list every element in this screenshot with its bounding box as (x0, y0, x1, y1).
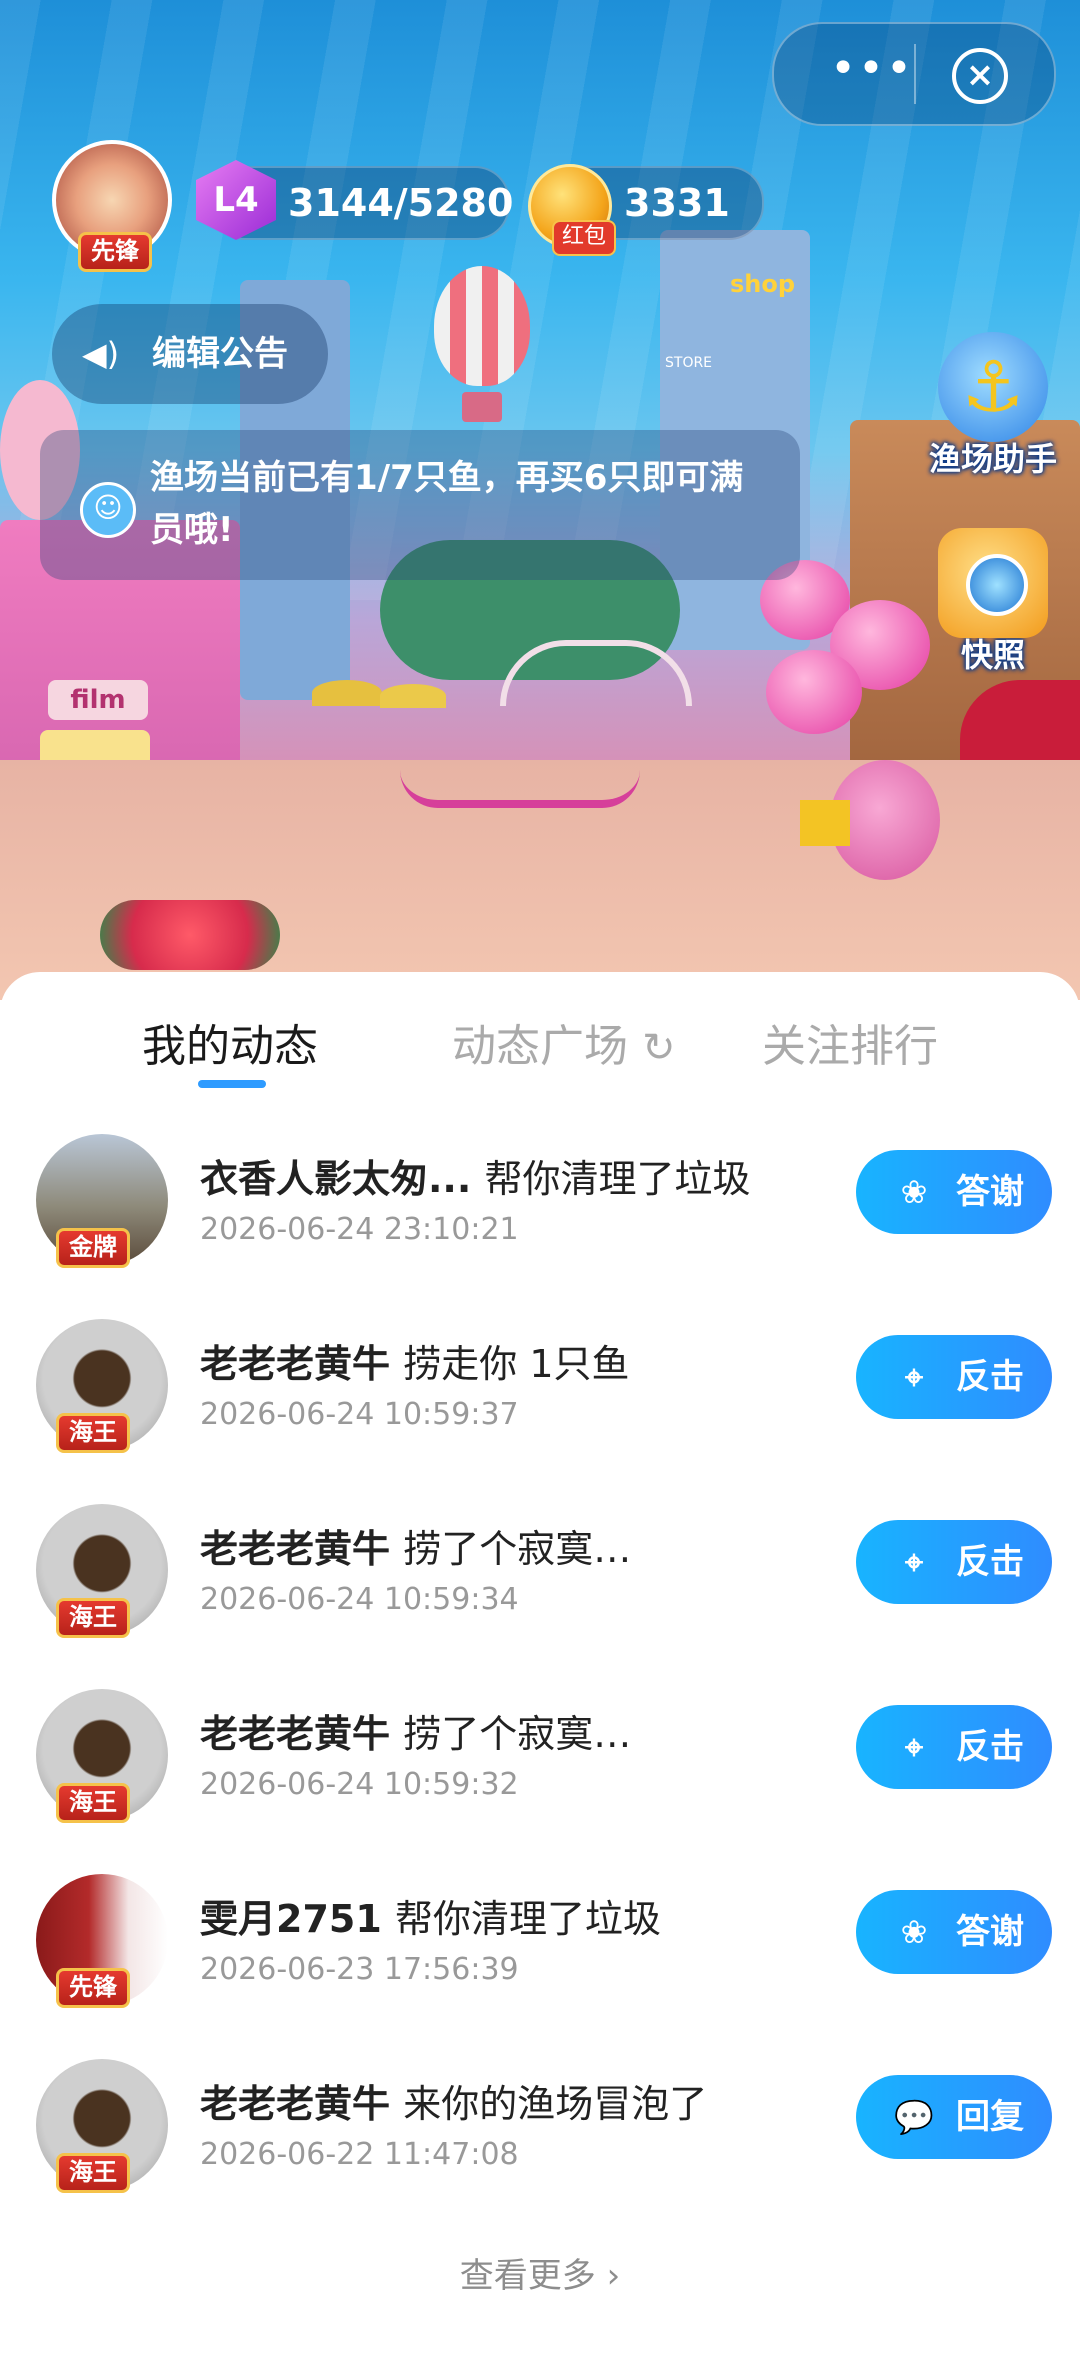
reply-button-label: 回复 (956, 2097, 1024, 2137)
user-name[interactable]: 雯月2751 (200, 1897, 382, 1941)
counterattack-button[interactable]: ⌖ 反击 (856, 1335, 1052, 1419)
counterattack-button-label: 反击 (956, 1727, 1024, 1767)
tab-follow-ranking[interactable]: 关注排行 (762, 1010, 938, 1074)
umbrella (380, 684, 446, 708)
flower-icon: ❀ (900, 1913, 928, 1951)
user-name[interactable]: 老老老黄牛 (200, 1712, 390, 1756)
counterattack-button[interactable]: ⌖ 反击 (856, 1520, 1052, 1604)
tab-activity-square[interactable]: 动态广场 ↻ (452, 1010, 676, 1074)
feed-time: 2026-06-24 23:10:21 (200, 1212, 519, 1247)
feed-item: 先锋 雯月2751 帮你清理了垃圾 2026-06-23 17:56:39 ❀ … (0, 1874, 1080, 2059)
view-more-link[interactable]: 查看更多 › (0, 2248, 1080, 2297)
film-sign: film (48, 680, 148, 720)
counterattack-button-label: 反击 (956, 1542, 1024, 1582)
store-sign: STORE (665, 355, 713, 371)
feed-text: 老老老黄牛 来你的渔场冒泡了 (200, 2073, 707, 2128)
rank-badge: 先锋 (56, 1968, 130, 2008)
net-icon: ⌖ (904, 1543, 924, 1581)
fish-status-message: ☺ 渔场当前已有1/7只鱼，再买6只即可满员哦! (40, 430, 800, 580)
counterattack-button-label: 反击 (956, 1357, 1024, 1397)
refresh-icon[interactable]: ↻ (642, 1025, 676, 1071)
tab-activity-square-label: 动态广场 (452, 1021, 628, 1072)
feed-text: 雯月2751 帮你清理了垃圾 (200, 1888, 661, 1943)
feed-time: 2026-06-23 17:56:39 (200, 1952, 519, 1987)
ribbon (400, 770, 640, 808)
mini-program-capsule: ••• × (772, 22, 1056, 126)
net-icon: ⌖ (904, 1728, 924, 1766)
red-packet-badge: 红包 (552, 220, 617, 256)
tab-my-activity[interactable]: 我的动态 (142, 1010, 318, 1074)
rank-badge: 金牌 (56, 1228, 130, 1268)
rank-badge: 海王 (56, 1598, 130, 1638)
net-icon: ⌖ (904, 1358, 924, 1396)
chevron-right-icon: › (606, 2256, 621, 2296)
thank-button-label: 答谢 (956, 1912, 1024, 1952)
avatar-rank-badge: 先锋 (78, 232, 152, 272)
close-icon[interactable]: × (952, 48, 1008, 104)
user-name[interactable]: 老老老黄牛 (200, 1342, 390, 1386)
feed-text: 老老老黄牛 捞走你 1只鱼 (200, 1333, 630, 1388)
feed-text: 老老老黄牛 捞了个寂寞… (200, 1703, 631, 1758)
feed-time: 2026-06-22 11:47:08 (200, 2137, 519, 2172)
thank-button[interactable]: ❀ 答谢 (856, 1890, 1052, 1974)
active-tab-indicator (198, 1080, 266, 1088)
snapshot-button[interactable]: 快照 (918, 528, 1068, 676)
feed-action: 帮你清理了垃圾 (395, 1897, 662, 1941)
feed-item: 海王 老老老黄牛 来你的渔场冒泡了 2026-06-22 11:47:08 💬 … (0, 2059, 1080, 2244)
feed-action: 来你的渔场冒泡了 (403, 2082, 708, 2126)
smiley-icon: ☺ (80, 482, 136, 538)
feed-text: 衣香人影太匆... 帮你清理了垃圾 (200, 1148, 751, 1203)
feed-time: 2026-06-24 10:59:32 (200, 1767, 519, 1802)
feed-item: 海王 老老老黄牛 捞了个寂寞… 2026-06-24 10:59:32 ⌖ 反击 (0, 1689, 1080, 1874)
user-name[interactable]: 老老老黄牛 (200, 2082, 390, 2126)
feed-text: 老老老黄牛 捞了个寂寞… (200, 1518, 631, 1573)
camera-icon (938, 528, 1048, 638)
feed-item: 海王 老老老黄牛 捞走你 1只鱼 2026-06-24 10:59:37 ⌖ 反… (0, 1319, 1080, 1504)
reply-button[interactable]: 💬 回复 (856, 2075, 1052, 2159)
feed-action: 捞走你 1只鱼 (403, 1342, 630, 1386)
edit-notice-button[interactable]: ◀) 编辑公告 (52, 304, 328, 404)
feed-action: 捞了个寂寞… (403, 1527, 632, 1571)
feed-item: 金牌 衣香人影太匆... 帮你清理了垃圾 2026-06-24 23:10:21… (0, 1134, 1080, 1319)
rank-badge: 海王 (56, 1413, 130, 1453)
flower-icon: ❀ (900, 1173, 928, 1211)
capsule-divider (914, 44, 916, 104)
feed-time: 2026-06-24 10:59:37 (200, 1397, 519, 1432)
rank-badge: 海王 (56, 2153, 130, 2193)
feed-action: 捞了个寂寞… (403, 1712, 632, 1756)
anchor-icon: ⚓ (938, 332, 1048, 442)
exp-value: 3144/5280 (288, 181, 514, 225)
user-name[interactable]: 衣香人影太匆... (200, 1157, 471, 1201)
user-name[interactable]: 老老老黄牛 (200, 1527, 390, 1571)
gift-box (800, 800, 850, 846)
heart-balloon (766, 650, 862, 734)
balloon-basket (462, 392, 502, 422)
feed-item: 海王 老老老黄牛 捞了个寂寞… 2026-06-24 10:59:34 ⌖ 反击 (0, 1504, 1080, 1689)
rank-badge: 海王 (56, 1783, 130, 1823)
view-more-label: 查看更多 (459, 2256, 596, 2296)
umbrella (312, 680, 382, 706)
counterattack-button[interactable]: ⌖ 反击 (856, 1705, 1052, 1789)
thank-button[interactable]: ❀ 答谢 (856, 1150, 1052, 1234)
hot-air-balloon (434, 266, 530, 386)
edit-notice-label: 编辑公告 (152, 334, 288, 374)
thank-button-label: 答谢 (956, 1172, 1024, 1212)
flower-bed (100, 900, 280, 970)
fish-status-text: 渔场当前已有1/7只鱼，再买6只即可满员哦! (150, 458, 744, 550)
speaker-icon: ◀) (82, 335, 120, 373)
fishery-assistant-button[interactable]: ⚓ 渔场助手 (918, 332, 1068, 480)
feed-action: 帮你清理了垃圾 (484, 1157, 751, 1201)
coins-value: 3331 (624, 181, 730, 225)
chat-icon: 💬 (894, 2098, 934, 2136)
feed-time: 2026-06-24 10:59:34 (200, 1582, 519, 1617)
shop-sign: shop (730, 270, 796, 298)
